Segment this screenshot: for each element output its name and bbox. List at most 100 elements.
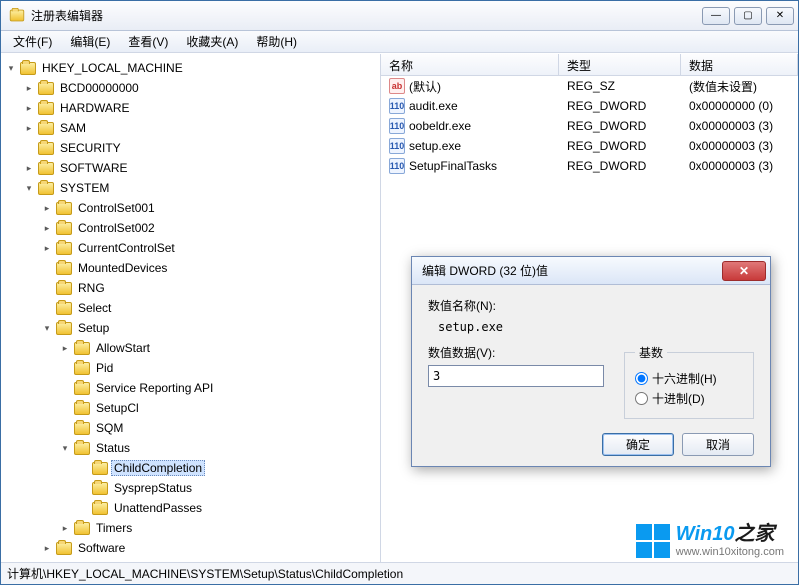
maximize-button[interactable]: ▢	[734, 7, 762, 25]
tree-node[interactable]: ▸Software	[41, 538, 380, 558]
expand-icon[interactable]: ▸	[23, 102, 35, 114]
tree-root-node[interactable]: ▾HKEY_LOCAL_MACHINE	[5, 58, 380, 78]
menu-help[interactable]: 帮助(H)	[248, 31, 305, 52]
titlebar-left: 注册表编辑器	[9, 7, 103, 24]
tree-node-label: Select	[75, 300, 114, 316]
cell-data: 0x00000003 (3)	[681, 139, 798, 153]
edit-dword-dialog[interactable]: 编辑 DWORD (32 位)值 ✕ 数值名称(N): setup.exe 数值…	[411, 256, 771, 467]
tree-node[interactable]: ▸HARDWARE	[23, 98, 380, 118]
expand-icon[interactable]: ▸	[41, 542, 53, 554]
tree-node[interactable]: ▾Status	[59, 438, 380, 458]
tree-node-label: CurrentControlSet	[75, 240, 178, 256]
tree-node-label: Pid	[93, 360, 116, 376]
value-data-input[interactable]	[428, 365, 604, 387]
value-row[interactable]: 110oobeldr.exeREG_DWORD0x00000003 (3)	[381, 116, 798, 136]
string-value-icon: ab	[389, 78, 405, 94]
tree-node[interactable]: ▸BCD00000000	[23, 78, 380, 98]
expand-icon[interactable]: ▸	[59, 342, 71, 354]
radix-dec-row[interactable]: 十进制(D)	[635, 390, 743, 407]
dialog-titlebar[interactable]: 编辑 DWORD (32 位)值 ✕	[412, 257, 770, 285]
folder-icon	[38, 182, 54, 195]
folder-icon	[74, 422, 90, 435]
radix-dec-radio[interactable]	[635, 392, 648, 405]
close-button[interactable]: ✕	[766, 7, 794, 25]
watermark-main-a: Win10	[676, 523, 735, 545]
radix-hex-radio[interactable]	[635, 372, 648, 385]
dialog-title: 编辑 DWORD (32 位)值	[422, 262, 548, 279]
tree-node[interactable]: Service Reporting API	[59, 378, 380, 398]
folder-icon	[92, 462, 108, 475]
collapse-icon[interactable]: ▾	[5, 62, 17, 74]
minimize-button[interactable]: —	[702, 7, 730, 25]
collapse-icon[interactable]: ▾	[23, 182, 35, 194]
cell-name: 110audit.exe	[381, 98, 559, 114]
tree-node[interactable]: SetupCl	[59, 398, 380, 418]
collapse-icon[interactable]: ▾	[59, 442, 71, 454]
binary-value-icon: 110	[389, 118, 405, 134]
tree-node[interactable]: Pid	[59, 358, 380, 378]
expand-icon[interactable]: ▸	[41, 202, 53, 214]
expand-icon[interactable]: ▸	[23, 122, 35, 134]
tree-node[interactable]: ▸Timers	[59, 518, 380, 538]
folder-icon	[74, 362, 90, 375]
tree-node[interactable]: SECURITY	[23, 138, 380, 158]
tree-node[interactable]: ▾SYSTEM	[23, 178, 380, 198]
folder-icon	[38, 142, 54, 155]
tree-node[interactable]: ▸ControlSet002	[41, 218, 380, 238]
expand-icon[interactable]: ▸	[41, 242, 53, 254]
cancel-button[interactable]: 取消	[682, 433, 754, 456]
tree-node[interactable]: Select	[41, 298, 380, 318]
watermark-sub: www.win10xitong.com	[676, 547, 784, 558]
folder-icon	[38, 82, 54, 95]
tree-node-label: SQM	[93, 420, 126, 436]
window-controls: — ▢ ✕	[702, 7, 794, 25]
window-title: 注册表编辑器	[31, 7, 103, 24]
tree-node[interactable]: ▸SAM	[23, 118, 380, 138]
menu-view[interactable]: 查看(V)	[120, 31, 176, 52]
column-type[interactable]: 类型	[559, 54, 681, 75]
tree-node[interactable]: SQM	[59, 418, 380, 438]
dialog-body: 数值名称(N): setup.exe 数值数据(V): 基数 十六进制(H) 十…	[412, 285, 770, 466]
folder-icon	[74, 442, 90, 455]
radix-hex-row[interactable]: 十六进制(H)	[635, 370, 743, 387]
tree-node[interactable]: ▸SOFTWARE	[23, 158, 380, 178]
app-icon	[10, 10, 24, 22]
cell-data: 0x00000003 (3)	[681, 119, 798, 133]
column-name[interactable]: 名称	[381, 54, 559, 75]
expand-icon[interactable]: ▸	[23, 162, 35, 174]
value-row[interactable]: 110audit.exeREG_DWORD0x00000000 (0)	[381, 96, 798, 116]
value-row[interactable]: ab(默认)REG_SZ(数值未设置)	[381, 76, 798, 96]
tree-node-label: Setup	[75, 320, 112, 336]
tree-node[interactable]: ▾ Setup	[41, 318, 380, 338]
expand-icon[interactable]: ▸	[41, 222, 53, 234]
expand-icon[interactable]: ▸	[59, 522, 71, 534]
tree-node[interactable]: ▸ControlSet001	[41, 198, 380, 218]
tree-node[interactable]: UnattendPasses	[77, 498, 380, 518]
collapse-icon[interactable]: ▾	[41, 322, 53, 334]
tree-pane[interactable]: ▾HKEY_LOCAL_MACHINE▸BCD00000000▸HARDWARE…	[1, 54, 381, 562]
menu-file[interactable]: 文件(F)	[5, 31, 60, 52]
value-row[interactable]: 110SetupFinalTasksREG_DWORD0x00000003 (3…	[381, 156, 798, 176]
column-data[interactable]: 数据	[681, 54, 798, 75]
tree-node[interactable]: ▸ CurrentControlSet	[41, 238, 380, 258]
menu-favorites[interactable]: 收藏夹(A)	[178, 31, 246, 52]
value-name: oobeldr.exe	[409, 119, 471, 133]
folder-icon	[38, 102, 54, 115]
folder-icon	[74, 382, 90, 395]
tree-node-label: SysprepStatus	[111, 480, 195, 496]
watermark-text: Win10之家 www.win10xitong.com	[676, 524, 784, 558]
cell-name: 110SetupFinalTasks	[381, 158, 559, 174]
tree-node[interactable]: ▸AllowStart	[59, 338, 380, 358]
tree-node[interactable]: SysprepStatus	[77, 478, 380, 498]
dialog-close-button[interactable]: ✕	[722, 261, 766, 281]
tree-node[interactable]: MountedDevices	[41, 258, 380, 278]
folder-icon	[38, 162, 54, 175]
value-row[interactable]: 110setup.exeREG_DWORD0x00000003 (3)	[381, 136, 798, 156]
tree-node[interactable]: RNG	[41, 278, 380, 298]
tree-node[interactable]: ChildCompletion	[77, 458, 380, 478]
expand-icon[interactable]: ▸	[23, 82, 35, 94]
ok-button[interactable]: 确定	[602, 433, 674, 456]
titlebar[interactable]: 注册表编辑器 — ▢ ✕	[1, 1, 798, 31]
watermark-main: Win10之家	[676, 524, 775, 544]
menu-edit[interactable]: 编辑(E)	[62, 31, 118, 52]
